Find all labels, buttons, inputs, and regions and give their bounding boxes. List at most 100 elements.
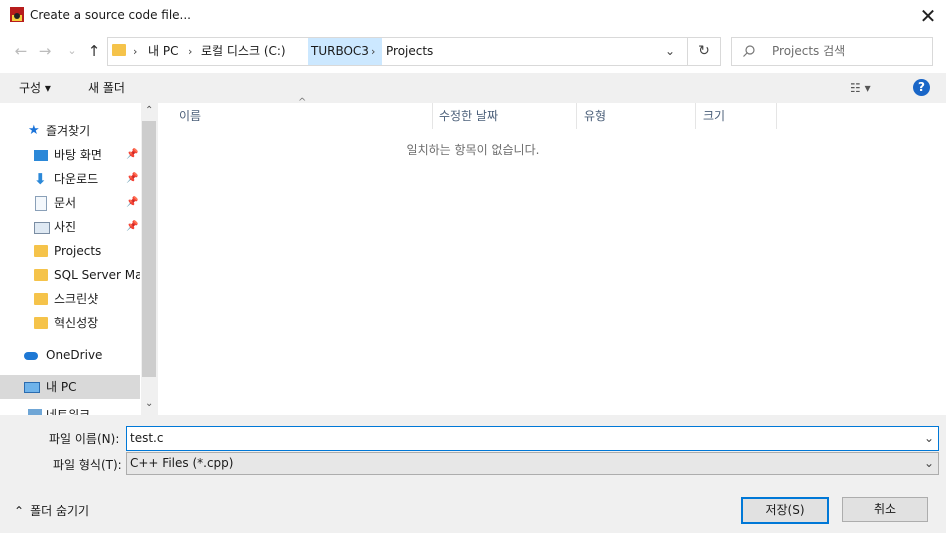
column-divider[interactable]: [776, 103, 777, 129]
folder-icon: [34, 293, 48, 305]
folder-icon: [34, 245, 48, 257]
scroll-up-icon[interactable]: ⌃: [145, 105, 153, 116]
desktop-icon: [34, 150, 48, 161]
column-header-type[interactable]: 유형: [584, 103, 606, 129]
close-icon: ✕: [919, 3, 937, 28]
document-icon: [35, 196, 47, 211]
sidebar-item-label: 즐겨찾기: [46, 124, 91, 138]
refresh-button[interactable]: ↻: [687, 38, 720, 65]
sort-ascending-icon: ^: [298, 97, 307, 108]
sidebar-item-label: 바탕 화면: [54, 148, 102, 162]
column-header-date-modified[interactable]: 수정한 날짜: [439, 103, 498, 129]
folder-icon: [112, 44, 126, 56]
breadcrumb-separator: ›: [188, 45, 193, 58]
up-button[interactable]: ↑: [84, 41, 104, 61]
sidebar-item-label: OneDrive: [46, 348, 103, 362]
close-button[interactable]: ✕: [910, 0, 946, 31]
hide-folders-label: 폴더 숨기기: [30, 504, 90, 518]
sidebar-item-innovation[interactable]: 혁신성장: [0, 311, 140, 335]
sidebar-item-network[interactable]: 네트워크: [0, 403, 140, 415]
help-button[interactable]: ?: [913, 79, 930, 96]
column-header-name[interactable]: 이름: [179, 103, 201, 129]
arrow-up-icon: ↑: [87, 42, 101, 60]
save-form-panel: 파일 이름(N): test.c ⌄ 파일 형식(T): C++ Files (…: [0, 415, 946, 533]
filename-value: test.c: [130, 431, 164, 445]
view-list-icon: ☷ ▾: [850, 81, 871, 95]
sidebar-item-documents[interactable]: 문서 📌: [0, 191, 140, 215]
command-toolbar: 구성 ▾ 새 폴더 ☷ ▾ ?: [0, 73, 946, 103]
sidebar-item-downloads[interactable]: ⬇ 다운로드 📌: [0, 167, 140, 191]
breadcrumb-separator: ›: [371, 45, 376, 58]
help-icon: ?: [918, 80, 925, 94]
forward-button[interactable]: →: [35, 41, 55, 61]
filename-label: 파일 이름(N):: [49, 432, 120, 446]
sidebar-item-onedrive[interactable]: OneDrive: [0, 343, 140, 367]
sidebar-item-pictures[interactable]: 사진 📌: [0, 215, 140, 239]
turbo-c-app-icon: [10, 7, 24, 22]
address-bar[interactable]: › 내 PC › 로컬 디스크 (C:) TURBOC3 › Projects …: [107, 37, 721, 66]
save-button[interactable]: 저장(S): [741, 497, 829, 524]
column-divider[interactable]: [695, 103, 696, 129]
filetype-select[interactable]: C++ Files (*.cpp) ⌄: [126, 452, 939, 475]
title-bar: Create a source code file... ✕: [0, 0, 946, 31]
sidebar-item-label: 스크린샷: [54, 292, 99, 306]
breadcrumb-projects[interactable]: Projects: [386, 38, 433, 65]
arrow-right-icon: →: [38, 42, 52, 60]
sidebar-item-projects[interactable]: Projects: [0, 239, 140, 263]
chevron-down-icon: ⌄: [67, 44, 77, 57]
filetype-value: C++ Files (*.cpp): [130, 456, 234, 470]
address-dropdown-button[interactable]: ⌄: [660, 38, 680, 65]
column-header-size[interactable]: 크기: [703, 103, 725, 129]
chevron-up-icon: ⌃: [14, 504, 25, 518]
cancel-button[interactable]: 취소: [842, 497, 928, 522]
pin-icon: 📌: [126, 173, 139, 184]
breadcrumb-separator: ›: [133, 45, 138, 58]
navigation-pane: ★ 즐겨찾기 바탕 화면 📌 ⬇ 다운로드 📌 문서 📌 사진 📌 Projec…: [0, 103, 158, 415]
breadcrumb-turboc3[interactable]: TURBOC3: [311, 38, 369, 65]
folder-icon: [34, 317, 48, 329]
sidebar-item-label: 문서: [54, 196, 77, 210]
filename-input[interactable]: test.c ⌄: [126, 426, 939, 451]
cloud-icon: [24, 352, 38, 360]
sidebar-item-label: 다운로드: [54, 172, 99, 186]
sidebar-item-label: 사진: [54, 220, 77, 234]
pin-icon: 📌: [126, 149, 139, 160]
search-placeholder: Projects 검색: [772, 44, 846, 58]
refresh-icon: ↻: [698, 43, 710, 59]
sidebar-item-label: SQL Server Man: [54, 268, 140, 282]
column-divider[interactable]: [432, 103, 433, 129]
organize-button[interactable]: 구성 ▾: [19, 73, 51, 103]
star-icon: ★: [28, 123, 40, 138]
breadcrumb-this-pc[interactable]: 내 PC: [148, 38, 178, 65]
sidebar-item-label: 네트워크: [46, 408, 91, 415]
hide-folders-toggle[interactable]: ⌃ 폴더 숨기기: [14, 502, 89, 519]
chevron-down-icon: ⌄: [923, 456, 934, 470]
picture-icon: [34, 222, 50, 234]
breadcrumb-local-disk[interactable]: 로컬 디스크 (C:): [201, 38, 286, 65]
empty-folder-message: 일치하는 항목이 없습니다.: [406, 143, 540, 157]
sidebar-item-this-pc[interactable]: 내 PC: [0, 375, 140, 399]
scroll-down-icon[interactable]: ⌄: [145, 398, 153, 409]
search-icon: [743, 45, 755, 57]
search-input[interactable]: Projects 검색: [731, 37, 933, 66]
back-button[interactable]: ←: [11, 41, 31, 61]
sidebar-item-screenshots[interactable]: 스크린샷: [0, 287, 140, 311]
scrollbar-thumb[interactable]: [142, 121, 156, 377]
chevron-down-icon: ⌄: [664, 44, 676, 58]
sidebar-item-sql-server[interactable]: SQL Server Man: [0, 263, 140, 287]
sidebar-item-label: 내 PC: [46, 380, 77, 394]
arrow-left-icon: ←: [14, 42, 28, 60]
view-options-button[interactable]: ☷ ▾: [850, 73, 890, 103]
chevron-down-icon[interactable]: ⌄: [924, 427, 934, 450]
pin-icon: 📌: [126, 221, 139, 232]
window-title: Create a source code file...: [30, 8, 191, 22]
sidebar-item-quick-access[interactable]: ★ 즐겨찾기: [0, 119, 140, 143]
sidebar-item-desktop[interactable]: 바탕 화면 📌: [0, 143, 140, 167]
recent-locations-button[interactable]: ⌄: [62, 41, 82, 61]
new-folder-button[interactable]: 새 폴더: [88, 73, 125, 103]
sidebar-item-label: Projects: [54, 244, 102, 258]
sidebar-item-label: 혁신성장: [54, 316, 99, 330]
filetype-label: 파일 형식(T):: [53, 458, 122, 472]
column-divider[interactable]: [576, 103, 577, 129]
computer-icon: [24, 382, 40, 393]
